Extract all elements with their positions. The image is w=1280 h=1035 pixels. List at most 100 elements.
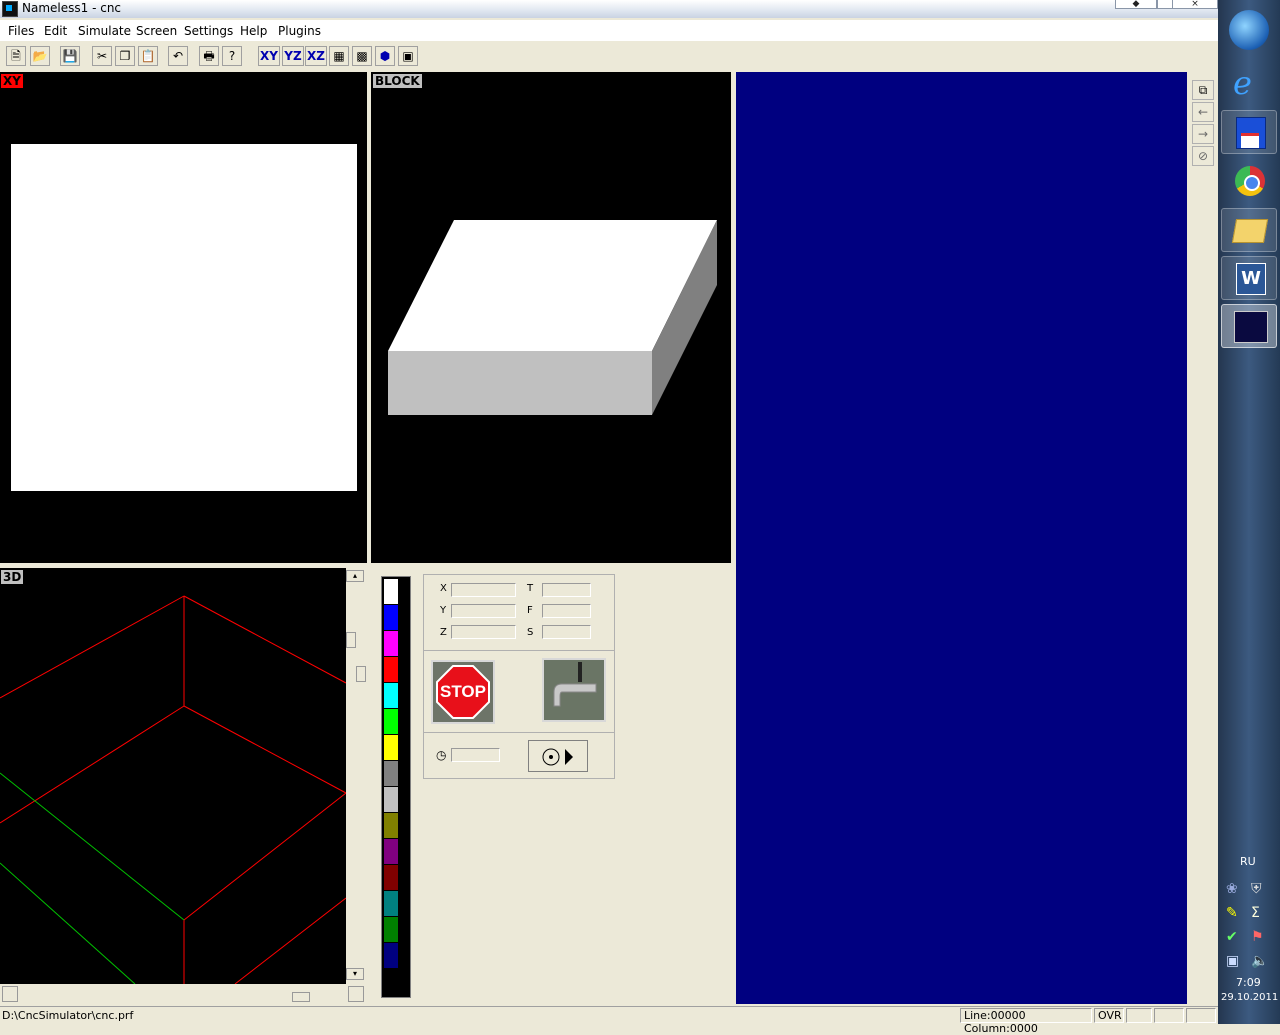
clock-icon: ◷ xyxy=(436,748,447,762)
copy-icon[interactable]: ❐ xyxy=(115,46,135,66)
menu-plugins[interactable]: Plugins xyxy=(278,24,321,38)
x-field xyxy=(451,583,516,597)
help-icon[interactable]: ? xyxy=(222,46,242,66)
taskbar-cnc[interactable] xyxy=(1221,304,1277,348)
zoom-fit-icon[interactable]: ▣ xyxy=(398,46,418,66)
palette-swatch[interactable] xyxy=(384,917,398,942)
palette-swatch[interactable] xyxy=(384,683,398,708)
horizontal-scrollbar[interactable] xyxy=(0,984,366,1004)
view-xz-button[interactable]: XZ xyxy=(305,46,327,66)
taskbar-floppy[interactable] xyxy=(1221,110,1277,154)
view-solid-icon[interactable]: ⬢ xyxy=(375,46,395,66)
menu-help[interactable]: Help xyxy=(240,24,267,38)
arrow-right-icon[interactable]: → xyxy=(1192,124,1214,144)
menu-screen[interactable]: Screen xyxy=(136,24,177,38)
scroll-h-thumb[interactable] xyxy=(292,992,310,1002)
taskbar-chrome[interactable] xyxy=(1221,160,1277,204)
code-editor[interactable] xyxy=(736,72,1187,1004)
print-icon[interactable]: 🖶 xyxy=(199,46,219,66)
side-toolbar xyxy=(1187,72,1218,1004)
scroll-down-button[interactable]: ▾ xyxy=(346,968,364,980)
t-label: T xyxy=(527,583,534,594)
coolant-button[interactable] xyxy=(542,658,606,722)
palette-swatch[interactable] xyxy=(384,943,398,968)
app-icon[interactable] xyxy=(2,1,18,17)
monitor-icon[interactable]: ▣ xyxy=(1226,953,1239,969)
close-button[interactable]: × xyxy=(1172,0,1218,9)
clock-date[interactable]: 29.10.2011 xyxy=(1221,992,1278,1003)
cnc-app-icon xyxy=(1234,311,1268,343)
xy-stock xyxy=(11,144,357,491)
security-icon[interactable]: ✔ xyxy=(1226,929,1238,945)
view-iso-icon[interactable]: ▦ xyxy=(329,46,349,66)
arrow-left-icon[interactable]: ← xyxy=(1192,102,1214,122)
stop-text: STOP xyxy=(440,682,486,701)
palette-swatch[interactable] xyxy=(384,761,398,786)
palette-swatch[interactable] xyxy=(384,813,398,838)
vertical-scrollbar[interactable] xyxy=(346,568,366,984)
flag-icon[interactable]: ⚑ xyxy=(1251,929,1264,945)
view-wire-icon[interactable]: ▩ xyxy=(352,46,372,66)
cut-icon[interactable]: ✂ xyxy=(92,46,112,66)
clock-time[interactable]: 7:09 xyxy=(1236,976,1261,989)
palette-swatch[interactable] xyxy=(384,839,398,864)
s-field xyxy=(542,625,591,639)
y-field xyxy=(451,604,516,618)
stop-button[interactable]: STOP xyxy=(431,660,495,724)
scroll-right-button[interactable] xyxy=(348,986,364,1002)
scroll-left-button[interactable] xyxy=(2,986,18,1002)
network-icon[interactable]: ❀ xyxy=(1226,881,1238,897)
status-cell xyxy=(1154,1008,1184,1023)
taskbar-explorer[interactable] xyxy=(1221,208,1277,252)
volume-icon[interactable]: 🔈 xyxy=(1251,953,1268,969)
no-entry-icon[interactable]: ⊘ xyxy=(1192,146,1214,166)
spindle-button[interactable] xyxy=(528,740,588,772)
z-label: Z xyxy=(440,627,447,638)
minimize-button[interactable]: ◆ xyxy=(1115,0,1157,9)
s-label: S xyxy=(527,627,534,638)
language-indicator[interactable]: RU xyxy=(1240,855,1256,868)
taskbar-ie[interactable]: e xyxy=(1221,62,1277,106)
palette-swatch[interactable] xyxy=(384,631,398,656)
new-file-icon[interactable]: 🗎 xyxy=(6,46,26,66)
window-title: Nameless1 - cnc xyxy=(22,1,122,15)
menu-settings[interactable]: Settings xyxy=(184,24,233,38)
notes-icon[interactable]: ✎ xyxy=(1226,905,1238,921)
paste-icon[interactable]: 📋 xyxy=(138,46,158,66)
chrome-center xyxy=(1244,175,1260,191)
view-xy-button[interactable]: XY xyxy=(258,46,280,66)
menu-files[interactable]: Files xyxy=(8,24,34,38)
status-cell xyxy=(1126,1008,1152,1023)
t-field xyxy=(542,583,591,597)
menu-edit[interactable]: Edit xyxy=(44,24,67,38)
scroll-thumb-2[interactable] xyxy=(356,666,366,682)
f-field xyxy=(542,604,591,618)
view-yz-button[interactable]: YZ xyxy=(282,46,304,66)
block-3d-shape xyxy=(388,220,717,415)
menu-simulate[interactable]: Simulate xyxy=(78,24,131,38)
palette-swatch[interactable] xyxy=(384,605,398,630)
palette-swatch[interactable] xyxy=(384,709,398,734)
scroll-up-button[interactable]: ▴ xyxy=(346,570,364,582)
palette-swatch[interactable] xyxy=(384,735,398,760)
folder-icon xyxy=(1231,219,1269,243)
taskbar-word[interactable]: W xyxy=(1221,256,1277,300)
palette-swatch[interactable] xyxy=(384,865,398,890)
start-button[interactable] xyxy=(1229,10,1269,50)
undo-icon[interactable]: ↶ xyxy=(168,46,188,66)
palette-swatch[interactable] xyxy=(384,579,398,604)
block-view-label: BLOCK xyxy=(373,74,422,88)
word-icon: W xyxy=(1236,263,1266,295)
palette-swatch[interactable] xyxy=(384,787,398,812)
xy-view-label: XY xyxy=(1,74,23,88)
windows-icon[interactable]: ⧉ xyxy=(1192,80,1214,100)
palette-swatch[interactable] xyxy=(384,657,398,682)
shield-icon[interactable]: ⛨ xyxy=(1251,881,1262,897)
palette-swatch[interactable] xyxy=(384,891,398,916)
save-icon[interactable]: 💾 xyxy=(60,46,80,66)
sigma-icon[interactable]: Σ xyxy=(1251,905,1260,921)
open-folder-icon[interactable]: 📂 xyxy=(30,46,50,66)
scroll-thumb-1[interactable] xyxy=(346,632,356,648)
3d-wireframe xyxy=(0,595,346,984)
status-path: D:\CncSimulator\cnc.prf xyxy=(2,1009,134,1022)
